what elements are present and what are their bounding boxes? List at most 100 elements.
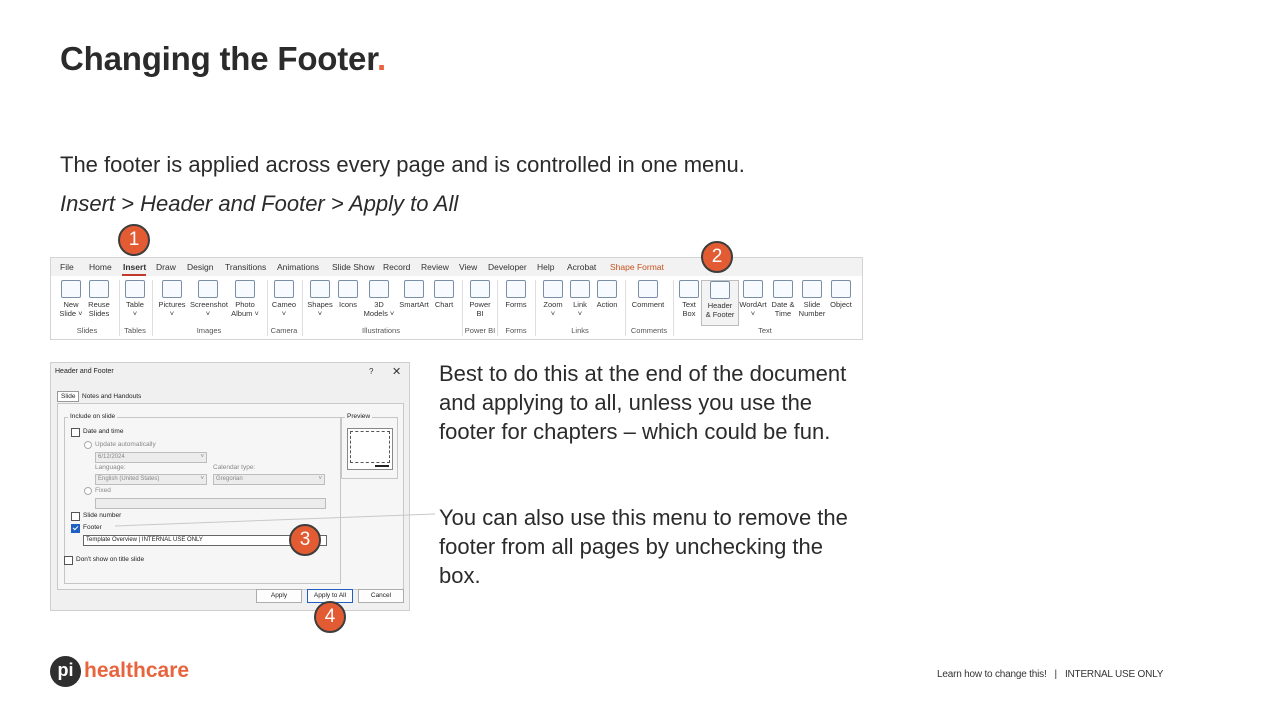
- calendar-value: Gregorian: [216, 476, 243, 482]
- chevron-down-icon: ˅: [318, 476, 322, 482]
- power-bi-label: Power BI: [469, 300, 491, 318]
- active-tab-indicator: [122, 274, 146, 276]
- date-select[interactable]: 6/12/2024 ˅: [95, 452, 207, 463]
- cameo-label: Cameo ˅: [271, 300, 297, 318]
- photo-album-label: Photo Album ˅: [231, 300, 259, 318]
- help-icon[interactable]: ?: [369, 367, 373, 376]
- ribbon-screenshot: File Home Insert Draw Design Transitions…: [50, 257, 863, 340]
- reuse-slides-button[interactable]: Reuse Slides: [81, 280, 117, 324]
- group-label-text: Text: [758, 326, 772, 335]
- dont-show-title-checkbox[interactable]: [64, 556, 73, 565]
- tab-review[interactable]: Review: [421, 262, 449, 272]
- fixed-radio[interactable]: [84, 487, 92, 495]
- tab-draw[interactable]: Draw: [156, 262, 176, 272]
- action-button[interactable]: Action: [589, 280, 625, 324]
- slide-number-icon: [802, 280, 822, 298]
- tab-view[interactable]: View: [459, 262, 477, 272]
- footer-separator: |: [1054, 669, 1058, 680]
- forms-button[interactable]: Forms: [498, 280, 534, 324]
- link-icon: [570, 280, 590, 298]
- tab-developer[interactable]: Developer: [488, 262, 527, 272]
- footer-checkbox[interactable]: [71, 524, 80, 533]
- footer-note: Learn how to change this!: [937, 669, 1047, 680]
- cancel-button[interactable]: Cancel: [358, 589, 404, 603]
- calendar-select[interactable]: Gregorian ˅: [213, 474, 325, 485]
- group-label-links: Links: [571, 326, 589, 335]
- photo-album-icon: [235, 280, 255, 298]
- chart-icon: [434, 280, 454, 298]
- step-badge-3: 3: [289, 524, 321, 556]
- language-select[interactable]: English (United States) ˅: [95, 474, 207, 485]
- date-time-checkbox[interactable]: [71, 428, 80, 437]
- title-dot: .: [377, 40, 386, 77]
- slide-number-checkbox[interactable]: [71, 512, 80, 521]
- date-value: 6/12/2024: [98, 454, 125, 460]
- pictures-icon: [162, 280, 182, 298]
- forms-label: Forms: [505, 300, 527, 309]
- step-badge-4: 4: [314, 601, 346, 633]
- dialog-title: Header and Footer: [55, 368, 114, 375]
- tab-design[interactable]: Design: [187, 262, 213, 272]
- ribbon-tab-bar: File Home Insert Draw Design Transitions…: [51, 258, 862, 276]
- pictures-button[interactable]: Pictures ˅: [154, 280, 190, 324]
- chart-label: Chart: [434, 300, 454, 309]
- comment-button[interactable]: Comment: [629, 280, 667, 324]
- tab-help[interactable]: Help: [537, 262, 554, 272]
- tab-insert[interactable]: Insert: [123, 262, 146, 272]
- close-icon[interactable]: ✕: [392, 365, 401, 378]
- wordart-icon: [743, 280, 763, 298]
- zoom-icon: [543, 280, 563, 298]
- tab-home[interactable]: Home: [89, 262, 112, 272]
- tab-transitions[interactable]: Transitions: [225, 262, 266, 272]
- tab-slide-show[interactable]: Slide Show: [332, 262, 375, 272]
- chart-button[interactable]: Chart: [426, 280, 462, 324]
- update-auto-radio[interactable]: [84, 441, 92, 449]
- action-icon: [597, 280, 617, 298]
- forms-icon: [506, 280, 526, 298]
- tab-acrobat[interactable]: Acrobat: [567, 262, 596, 272]
- power-bi-icon: [470, 280, 490, 298]
- tip-paragraph: Best to do this at the end of the docume…: [439, 361, 847, 444]
- table-button[interactable]: Table ˅: [117, 280, 153, 324]
- tab-animations[interactable]: Animations: [277, 262, 319, 272]
- screenshot-button[interactable]: Screenshot ˅: [190, 280, 228, 324]
- power-bi-button[interactable]: Power BI: [462, 280, 498, 324]
- update-auto-label: Update automatically: [95, 441, 156, 448]
- comment-label: Comment: [631, 300, 665, 309]
- callout-connector: [114, 513, 436, 527]
- header-footer-button[interactable]: Header & Footer: [701, 280, 739, 326]
- tab-file[interactable]: File: [60, 262, 74, 272]
- ribbon-divider: [625, 280, 626, 336]
- tab-shape-format[interactable]: Shape Format: [610, 262, 664, 272]
- dont-show-title-label: Don't show on title slide: [76, 556, 145, 563]
- table-label: Table ˅: [126, 300, 144, 318]
- reuse-slides-label: Reuse Slides: [88, 300, 110, 318]
- 3d-models-button[interactable]: 3D Models ˅: [361, 280, 397, 324]
- group-label-slides: Slides: [76, 326, 98, 335]
- group-label-forms: Forms: [505, 326, 527, 335]
- group-label-power-bi: Power BI: [464, 326, 496, 335]
- tab-notes-handouts[interactable]: Notes and Handouts: [82, 393, 141, 400]
- chevron-down-icon: ˅: [200, 476, 204, 482]
- date-time-icon: [773, 280, 793, 298]
- language-value: English (United States): [98, 476, 160, 482]
- photo-album-button[interactable]: Photo Album ˅: [227, 280, 263, 324]
- group-label-comments: Comments: [630, 326, 668, 335]
- date-time-label: Date and time: [83, 428, 124, 435]
- icons-icon: [338, 280, 358, 298]
- tab-slide[interactable]: Slide: [57, 391, 80, 402]
- chevron-down-icon: ˅: [200, 454, 204, 460]
- table-icon: [125, 280, 145, 298]
- preview-legend: Preview: [345, 413, 373, 420]
- header-footer-dialog: Header and Footer ? ✕ Slide Notes and Ha…: [50, 362, 410, 611]
- cameo-button[interactable]: Cameo ˅: [266, 280, 302, 324]
- apply-button[interactable]: Apply: [256, 589, 302, 603]
- dialog-panel: Include on slide Preview Date and time U…: [57, 403, 404, 590]
- header-footer-icon: [710, 281, 730, 299]
- object-icon: [831, 280, 851, 298]
- tab-record[interactable]: Record: [383, 262, 410, 272]
- object-button[interactable]: Object: [823, 280, 859, 324]
- cameo-icon: [274, 280, 294, 298]
- include-legend: Include on slide: [68, 413, 118, 420]
- group-label-camera: Camera: [270, 326, 298, 335]
